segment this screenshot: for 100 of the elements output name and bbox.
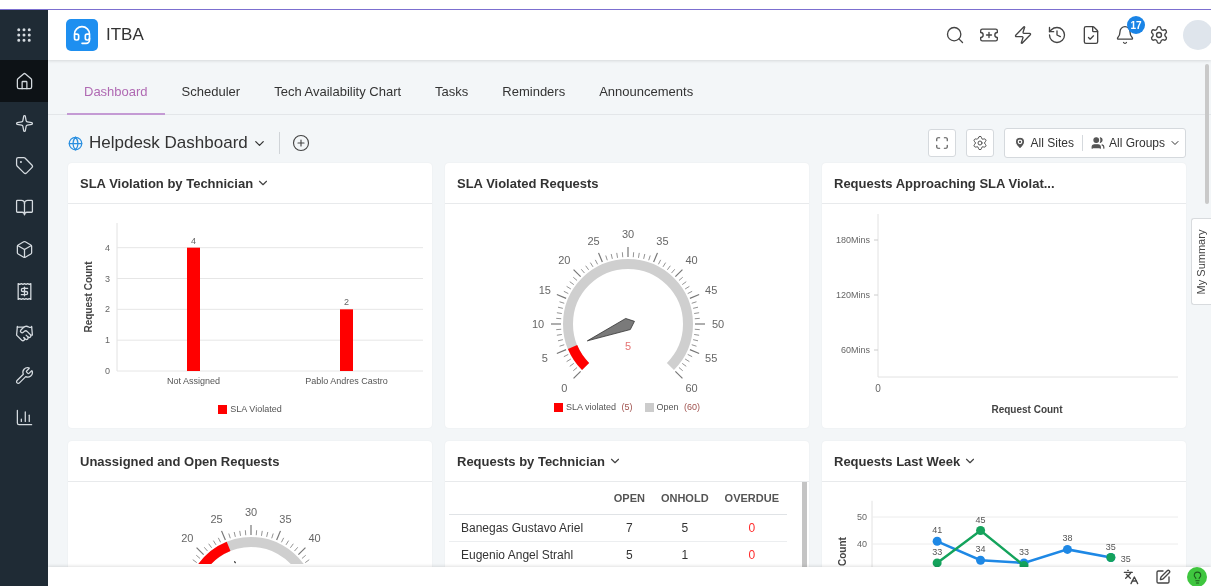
bar — [340, 309, 353, 371]
fullscreen-button[interactable] — [927, 129, 956, 157]
search-icon[interactable] — [945, 25, 965, 45]
group-filter[interactable]: All Groups — [1090, 136, 1181, 150]
axis-tick-label: 0 — [875, 383, 881, 394]
data-label: 34 — [975, 544, 986, 555]
gauge-tick-label: 25 — [210, 512, 223, 525]
data-point — [932, 536, 942, 546]
gauge-tick-label: 30 — [621, 228, 635, 240]
widget-title: SLA Violation by Technician — [80, 175, 254, 191]
add-icon[interactable] — [291, 134, 310, 152]
legend-item: SLA Violated — [218, 404, 282, 414]
widget-title: Requests Approaching SLA Violat... — [834, 175, 1055, 191]
axis-tick-label: 120Mins — [835, 290, 870, 300]
data-label: 41 — [932, 525, 943, 536]
note-edit-icon[interactable] — [1155, 569, 1171, 585]
axis-tick-label: 50 — [857, 512, 867, 522]
dashboard-selector[interactable]: Helpdesk Dashboard — [89, 133, 267, 153]
gauge-needle — [586, 318, 635, 342]
table-cell: 0 — [716, 514, 787, 542]
gauge-needle — [234, 560, 236, 564]
widget-title: Requests by Technician — [457, 453, 605, 469]
axis-title: Request Count — [991, 404, 1063, 415]
gauge-tick-label: 40 — [685, 254, 698, 267]
gauge-tick-label: 50 — [711, 318, 725, 330]
gauge-tick-label: 0 — [561, 381, 568, 394]
gauge-tick-label: 55 — [705, 352, 718, 365]
notification-badge: 17 — [1127, 16, 1145, 34]
data-label: 4 — [191, 235, 196, 246]
axis-title: Count — [837, 537, 848, 566]
category-label: Not Assigned — [167, 376, 220, 386]
data-label: 33 — [1019, 546, 1029, 557]
checklist-icon[interactable] — [1081, 25, 1101, 45]
data-point — [976, 526, 986, 535]
gauge-tick-label: 10 — [531, 318, 545, 330]
data-label: 38 — [1062, 533, 1073, 544]
history-icon[interactable] — [1047, 25, 1067, 45]
fullscreen-icon — [934, 136, 949, 150]
gauge-tick-label: 35 — [279, 512, 292, 525]
axis-title: Request Count — [83, 261, 94, 333]
data-point — [932, 558, 942, 567]
data-point — [976, 555, 986, 565]
data-label: 2 — [344, 297, 349, 308]
settings-button[interactable] — [965, 129, 994, 157]
data-label: 45 — [975, 514, 986, 525]
map-pin-icon — [1012, 136, 1027, 150]
axis-tick-label: 180Mins — [835, 235, 870, 245]
tab[interactable]: Tasks — [418, 84, 486, 115]
lightbulb-icon[interactable] — [1187, 567, 1207, 586]
category-label: Pablo Andres Castro — [305, 376, 388, 386]
headset-logo-icon — [66, 19, 98, 51]
settings-icon[interactable] — [1149, 25, 1169, 45]
data-point — [1062, 544, 1072, 554]
gauge-tick-label: 45 — [705, 283, 718, 296]
legend-item: SLA violated (5) — [553, 402, 633, 412]
tab[interactable]: Dashboard — [67, 84, 165, 115]
legend-item: Open (60) — [644, 402, 701, 412]
table-cell: 7 — [605, 514, 653, 542]
gauge-tick-label: 25 — [587, 234, 600, 247]
home-icon[interactable] — [0, 60, 48, 102]
users-icon — [1090, 136, 1105, 150]
axis-tick-label: 0 — [105, 366, 110, 376]
lightning-icon[interactable] — [1013, 25, 1033, 45]
data-label: 33 — [932, 546, 943, 557]
axis-tick-label: 60Mins — [841, 345, 870, 355]
gauge-tick-label: 20 — [181, 532, 194, 545]
column-header: OVERDUE — [716, 482, 787, 515]
gauge-tick-label: 40 — [308, 532, 321, 545]
gauge-tick-label: 60 — [685, 381, 698, 394]
axis-tick-label: 3 — [105, 273, 110, 284]
widget-title: Requests Last Week — [834, 453, 961, 469]
technician-name: Banegas Gustavo Ariel — [449, 514, 606, 542]
data-label: 35 — [1105, 541, 1116, 552]
gear-icon — [971, 135, 988, 151]
gauge-tick-label: 30 — [244, 506, 258, 518]
widget-title: Unassigned and Open Requests — [80, 453, 280, 469]
tab[interactable]: Tech Availability Chart — [257, 84, 419, 115]
column-header: OPEN — [605, 482, 653, 515]
tab[interactable]: Scheduler — [164, 84, 258, 115]
table-cell: 5 — [652, 514, 717, 542]
widget-title: SLA Violated Requests — [457, 175, 599, 191]
gauge-tick-label: 20 — [558, 254, 571, 267]
globe-icon — [68, 135, 83, 151]
page-scrollbar[interactable] — [1205, 64, 1209, 204]
gauge-tick-label: 15 — [538, 283, 551, 296]
gauge-tick-label: 5 — [541, 352, 548, 365]
axis-tick-label: 2 — [105, 304, 110, 315]
axis-tick-label: 40 — [857, 539, 867, 549]
app-name: ITBA — [106, 25, 145, 45]
tab[interactable]: Reminders — [485, 84, 583, 115]
translate-icon[interactable] — [1123, 569, 1139, 585]
site-filter[interactable]: All Sites — [1012, 136, 1074, 150]
side-panel-tab[interactable]: My Summary — [1191, 218, 1211, 305]
axis-tick-label: 4 — [105, 242, 110, 253]
axis-tick-label: 1 — [105, 335, 110, 346]
gauge-value: 5 — [624, 340, 632, 352]
gauge-tick-label: 35 — [656, 234, 669, 247]
data-label: 35 — [1120, 553, 1131, 564]
column-header: ONHOLD — [652, 482, 717, 515]
tab[interactable]: Announcements — [582, 84, 711, 115]
